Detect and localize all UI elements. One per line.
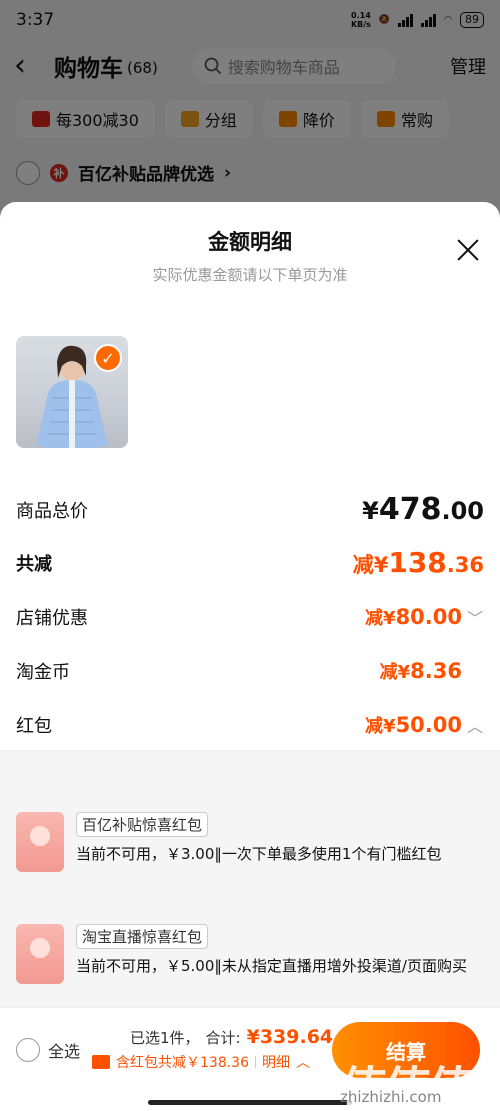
red-packet-value: 减¥ 50.00 ︿ — [365, 713, 484, 737]
select-all-label: 全选 — [48, 1042, 81, 1061]
shop-discount-label: 店铺优惠 — [16, 608, 88, 629]
chevron-up-icon[interactable]: ︿ — [466, 713, 484, 737]
close-icon[interactable] — [456, 238, 480, 262]
red-packet-item: 百亿补贴惊喜红包 当前不可用，￥3.00‖一次下单最多使用1个有门槛红包 — [16, 812, 484, 872]
home-indicator[interactable] — [148, 1100, 352, 1105]
total-reduced-value: 减¥ 138 .36 — [352, 546, 484, 579]
separator — [255, 1056, 256, 1068]
row-shop-discount[interactable]: 店铺优惠 减¥ 80.00 ﹀ — [16, 604, 484, 630]
row-total-reduced: 共减 减¥ 138 .36 — [16, 546, 484, 579]
red-packet-icon — [16, 812, 64, 872]
total-label: 合计: — [205, 1029, 241, 1047]
row-taojinbi: 淘金币 减¥ 8.36 — [16, 658, 484, 684]
sheet-title: 金额明细 — [208, 230, 292, 254]
red-packet-icon — [16, 924, 64, 984]
sheet-subtitle: 实际优惠金额请以下单页为准 — [152, 266, 348, 284]
taojinbi-label: 淘金币 — [16, 662, 70, 683]
total-price-label: 商品总价 — [16, 500, 88, 522]
red-packet-tag: 百亿补贴惊喜红包 — [76, 812, 209, 837]
checked-icon[interactable]: ✓ — [94, 344, 122, 372]
row-total-price: 商品总价 ¥ 478 .00 — [16, 492, 484, 527]
taojinbi-value: 减¥ 8.36 — [379, 659, 462, 683]
discount-text: 含红包共减￥138.36 — [116, 1055, 249, 1071]
select-all[interactable]: 全选 — [16, 1038, 80, 1062]
red-packet-item: 淘宝直播惊喜红包 当前不可用，￥5.00‖未从指定直播用增外投渠道/页面购买 — [16, 924, 484, 984]
red-packet-label: 红包 — [16, 716, 52, 737]
chevron-up-icon: ︿ — [296, 1055, 310, 1071]
chevron-down-icon[interactable]: ﹀ — [466, 605, 484, 629]
red-packet-tag: 淘宝直播惊喜红包 — [76, 924, 209, 949]
red-packet-desc: 当前不可用，￥5.00‖未从指定直播用增外投渠道/页面购买 — [76, 957, 467, 975]
select-all-radio[interactable] — [16, 1038, 40, 1062]
discount-summary[interactable]: 含红包共减￥138.36 明细 ︿ — [92, 1052, 310, 1072]
watermark-url: zhizhizhi.com — [340, 1088, 442, 1106]
row-red-packet[interactable]: 红包 减¥ 50.00 ︿ — [16, 712, 484, 738]
total-amount: ¥339.64 — [246, 1026, 334, 1048]
red-packet-desc: 当前不可用，￥3.00‖一次下单最多使用1个有门槛红包 — [76, 845, 442, 863]
amount-detail-sheet: 金额明细 实际优惠金额请以下单页为准 ✓ 商品总价 ¥ 478 .00 共减 减… — [0, 202, 500, 1111]
total-reduced-label: 共减 — [16, 553, 52, 575]
total-summary: 已选1件， 合计: ¥339.64 — [130, 1026, 333, 1048]
coupon-icon — [92, 1055, 110, 1069]
product-thumbnail[interactable]: ✓ — [16, 336, 128, 448]
shop-discount-value: 减¥ 80.00 ﹀ — [365, 605, 484, 629]
detail-link[interactable]: 明细 — [262, 1052, 290, 1072]
total-price-value: ¥ 478 .00 — [362, 492, 484, 527]
selected-count: 已选1件， — [130, 1029, 200, 1047]
